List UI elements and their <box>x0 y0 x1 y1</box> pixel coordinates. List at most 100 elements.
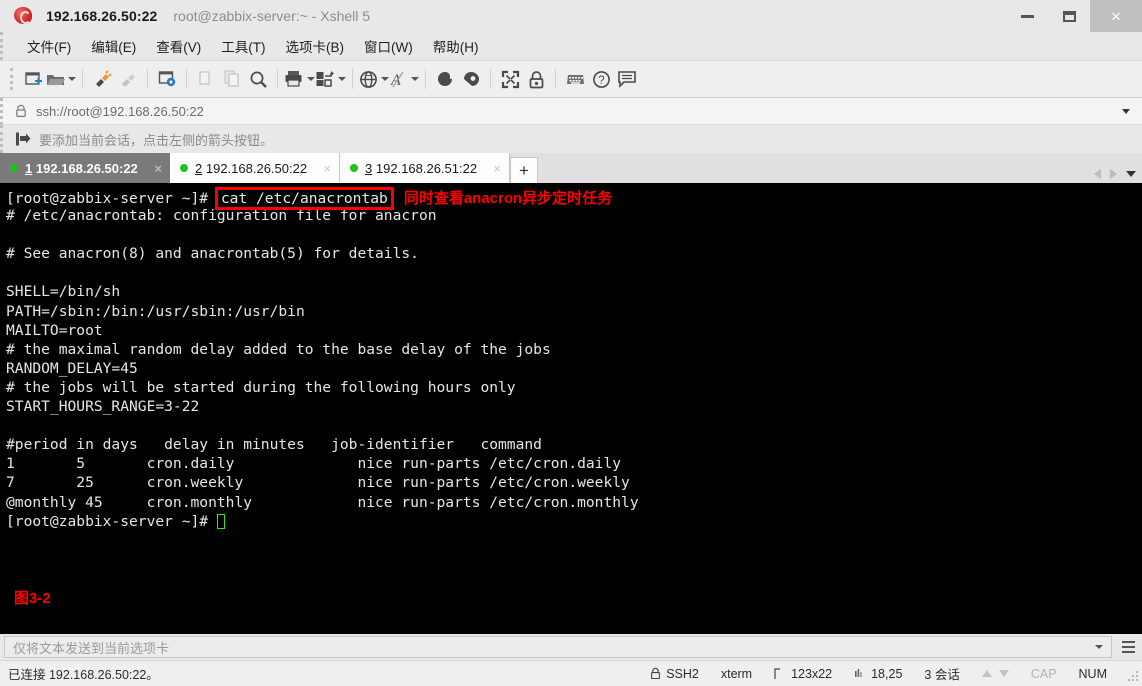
status-session-count: 3 会话 <box>924 668 960 682</box>
xshell-window: 192.168.26.50:22 root@zabbix-server:~ - … <box>0 0 1142 686</box>
toolbar-separator <box>147 69 148 89</box>
comment-icon[interactable] <box>614 64 640 94</box>
tab-close-icon[interactable]: × <box>142 161 162 176</box>
status-right-group: SSH2 xterm 123x22 18,25 3 会话 CAP NUM <box>639 664 1142 683</box>
maximize-button[interactable] <box>1048 0 1090 32</box>
cursor-position-label: 18,25 <box>871 666 903 681</box>
new-session-icon[interactable] <box>20 64 46 94</box>
terminal-line: #period in days delay in minutes job-ide… <box>6 436 542 454</box>
screen-size-label: 123x22 <box>791 666 833 681</box>
status-transfer-indicators <box>971 670 1020 677</box>
tab-index: 2 <box>195 160 203 176</box>
svg-text:?: ? <box>598 75 604 87</box>
terminal-line: 1 5 cron.daily nice run-parts /etc/cron.… <box>6 455 622 473</box>
chevron-down-icon[interactable] <box>1095 645 1103 649</box>
lock-icon[interactable] <box>523 64 549 94</box>
toolbar-grip[interactable] <box>10 68 13 90</box>
font-icon[interactable]: A <box>389 64 419 94</box>
window-controls: × <box>1006 0 1142 32</box>
resize-grip[interactable] <box>1124 667 1138 681</box>
download-arrow-icon <box>998 670 1009 677</box>
terminal-prompt: [root@zabbix-server ~]# <box>6 512 217 530</box>
lock-small-icon <box>651 667 661 680</box>
send-text-placeholder: 仅将文本发送到当前选项卡 <box>13 640 170 656</box>
terminal-line: SHELL=/bin/sh <box>6 283 121 301</box>
send-options-menu-icon[interactable] <box>1118 641 1138 653</box>
menu-item-help[interactable]: 帮助(H) <box>423 33 489 59</box>
terminal-line: # See anacron(8) and anacrontab(5) for d… <box>6 245 419 263</box>
highlighted-command: cat /etc/anacrontab <box>214 187 394 210</box>
toolbar-separator <box>186 69 187 89</box>
terminal-line: PATH=/sbin:/bin:/usr/sbin:/usr/bin <box>6 302 305 320</box>
address-bar[interactable]: ssh://root@192.168.26.50:22 <box>0 98 1142 125</box>
menu-item-tabs[interactable]: 选项卡(B) <box>276 33 355 59</box>
resize-icon <box>774 667 781 679</box>
terminal-command-line: [root@zabbix-server ~]# cat /etc/anacron… <box>6 187 1142 210</box>
tab-session-1[interactable]: 1 192.168.26.50:22 × <box>0 153 170 183</box>
help-icon[interactable]: ? <box>588 64 614 94</box>
menu-item-edit[interactable]: 编辑(E) <box>81 33 146 59</box>
menu-item-view[interactable]: 查看(V) <box>146 33 211 59</box>
copy-icon <box>193 64 219 94</box>
file-transfer-icon[interactable] <box>315 64 346 94</box>
annotation-text: 同时查看anacron异步定时任务 <box>403 190 613 207</box>
tab-label: 192.168.26.50:22 <box>35 160 138 176</box>
open-folder-icon[interactable] <box>46 64 76 94</box>
new-tab-button[interactable]: + <box>510 157 538 183</box>
menu-item-window[interactable]: 窗口(W) <box>354 33 423 59</box>
status-bar: 已连接 192.168.26.50:22。 SSH2 xterm 123x22 <box>0 660 1142 686</box>
lock-small-icon <box>16 104 26 118</box>
shell-alt-icon[interactable] <box>458 64 484 94</box>
tab-close-icon[interactable]: × <box>311 161 331 176</box>
tab-session-3[interactable]: 3 192.168.26.51:22 × <box>340 153 510 183</box>
terminal-line: 7 25 cron.weekly nice run-parts /etc/cro… <box>6 474 630 492</box>
menu-item-file[interactable]: 文件(F) <box>17 33 81 59</box>
chevron-down-icon[interactable] <box>1122 108 1130 114</box>
globe-icon[interactable] <box>359 64 389 94</box>
status-caps-lock: CAP <box>1030 666 1057 681</box>
shell-icon[interactable] <box>432 64 458 94</box>
tab-index: 1 <box>25 160 33 176</box>
tab-label: 192.168.26.50:22 <box>205 160 308 176</box>
cursor-position-icon <box>855 668 862 677</box>
tab-label: 192.168.26.51:22 <box>375 160 478 176</box>
session-properties-icon[interactable] <box>154 64 180 94</box>
tab-list-dropdown-icon[interactable] <box>1126 171 1136 177</box>
paste-icon <box>219 64 245 94</box>
keyboard-icon[interactable] <box>562 64 588 94</box>
menu-item-tools[interactable]: 工具(T) <box>211 33 275 59</box>
disconnect-icon <box>115 64 141 94</box>
find-icon[interactable] <box>245 64 271 94</box>
hint-text: 要添加当前会话，点击左侧的箭头按钮。 <box>39 132 274 148</box>
toolbar-separator <box>352 69 353 89</box>
tab-scroll-left-icon[interactable] <box>1094 169 1101 179</box>
status-dot-icon <box>180 164 188 172</box>
terminal-line: # the maximal random delay added to the … <box>6 340 551 358</box>
hint-bar: 要添加当前会话，点击左侧的箭头按钮。 <box>0 125 1142 153</box>
tab-session-2[interactable]: 2 192.168.26.50:22 × <box>170 153 340 183</box>
add-session-arrow-icon[interactable] <box>15 131 31 147</box>
send-text-bar: 仅将文本发送到当前选项卡 <box>0 634 1142 660</box>
connect-icon[interactable] <box>89 64 115 94</box>
terminal-cursor <box>216 513 225 529</box>
minimize-button[interactable] <box>1006 0 1048 32</box>
print-icon[interactable] <box>284 64 315 94</box>
chevron-down-icon <box>381 77 389 81</box>
window-title-subtitle: root@zabbix-server:~ - Xshell 5 <box>173 8 371 24</box>
terminal-final-prompt-line: [root@zabbix-server ~]# <box>6 512 1142 531</box>
status-screen-size: 123x22 <box>763 667 843 681</box>
toolbar-separator <box>277 69 278 89</box>
close-button[interactable]: × <box>1090 0 1142 32</box>
send-text-input[interactable]: 仅将文本发送到当前选项卡 <box>4 636 1112 658</box>
terminal-output[interactable]: [root@zabbix-server ~]# cat /etc/anacron… <box>0 183 1142 634</box>
window-title-ip: 192.168.26.50:22 <box>46 8 158 24</box>
minimize-icon <box>1020 14 1034 18</box>
tab-scroll-right-icon[interactable] <box>1110 169 1117 179</box>
fullscreen-icon[interactable] <box>497 64 523 94</box>
tab-close-icon[interactable]: × <box>481 161 501 176</box>
status-protocol: SSH2 <box>639 667 710 681</box>
toolbar-separator <box>425 69 426 89</box>
toolbar: A ? <box>0 60 1142 98</box>
